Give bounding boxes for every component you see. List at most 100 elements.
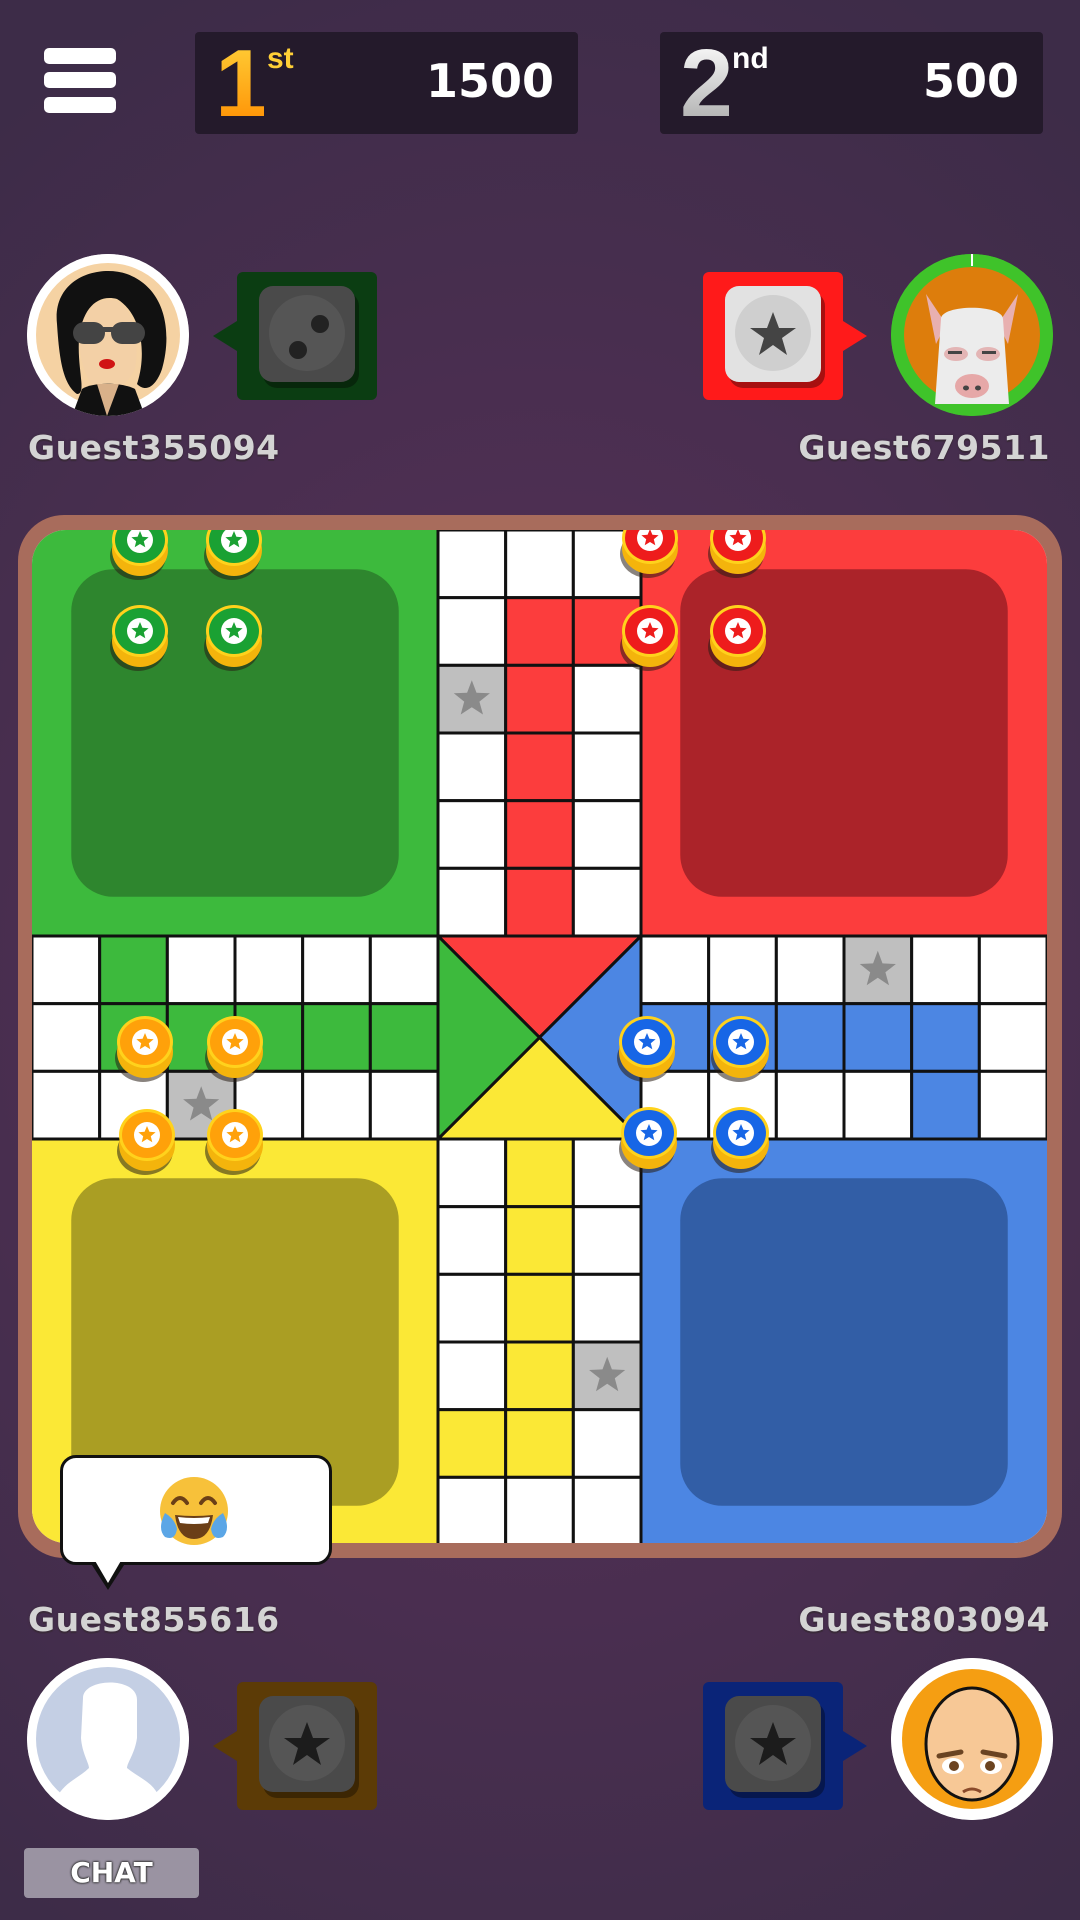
board-cell[interactable] bbox=[571, 866, 643, 938]
rank-suffix: st bbox=[267, 42, 294, 75]
board-cell[interactable] bbox=[436, 1137, 508, 1209]
board-cell-red[interactable] bbox=[504, 663, 575, 735]
star-icon bbox=[284, 1722, 330, 1765]
token-yellow[interactable] bbox=[205, 1109, 263, 1175]
board-cell[interactable] bbox=[32, 1002, 102, 1073]
player-avatar-top-right[interactable] bbox=[891, 254, 1053, 416]
board-cell[interactable] bbox=[233, 934, 305, 1006]
board-cell[interactable] bbox=[639, 934, 711, 1006]
board-cell-yellow[interactable] bbox=[504, 1408, 575, 1479]
board-cell[interactable] bbox=[774, 1069, 846, 1141]
board-cell[interactable] bbox=[32, 1069, 102, 1141]
dice-button-top-left[interactable] bbox=[259, 286, 355, 382]
board-cell[interactable] bbox=[571, 1475, 643, 1543]
board-cell-yellow[interactable] bbox=[504, 1205, 575, 1276]
hamburger-menu-button[interactable] bbox=[44, 48, 116, 114]
board-cell[interactable] bbox=[32, 934, 102, 1006]
board-cell[interactable] bbox=[436, 1272, 508, 1344]
board-cell-red[interactable] bbox=[504, 596, 575, 667]
board-cell[interactable] bbox=[301, 1069, 372, 1141]
board-cell-blue[interactable] bbox=[774, 1002, 846, 1073]
board-cell[interactable] bbox=[504, 1475, 575, 1543]
board-cell[interactable] bbox=[571, 1272, 643, 1344]
star-icon bbox=[750, 1722, 796, 1765]
leaderboard-second-place: 2 nd 500 bbox=[660, 32, 1043, 134]
board-cell-blue[interactable] bbox=[842, 1002, 914, 1073]
token-blue[interactable] bbox=[619, 1107, 677, 1173]
board-cell-red[interactable] bbox=[504, 731, 575, 803]
board-cell[interactable] bbox=[571, 731, 643, 803]
board-cell[interactable] bbox=[977, 934, 1047, 1006]
board-cell-red[interactable] bbox=[504, 799, 575, 870]
token-red[interactable] bbox=[708, 605, 766, 671]
board-cell-yellow[interactable] bbox=[436, 1408, 508, 1479]
board-cell-green[interactable] bbox=[98, 934, 169, 1006]
player-name-top-left: Guest355094 bbox=[28, 428, 280, 467]
menu-bar bbox=[44, 72, 116, 88]
board-cell-yellow[interactable] bbox=[504, 1272, 575, 1344]
board-cell-green[interactable] bbox=[368, 1002, 440, 1073]
woman-sunglasses-avatar-icon bbox=[27, 254, 189, 416]
rank-suffix: nd bbox=[732, 42, 769, 75]
default-silhouette-avatar-icon bbox=[27, 1658, 189, 1820]
token-red[interactable] bbox=[620, 605, 678, 671]
board-cell[interactable] bbox=[571, 1408, 643, 1479]
board-cell[interactable] bbox=[977, 1002, 1047, 1073]
board-cell-yellow[interactable] bbox=[504, 1137, 575, 1209]
board-cell[interactable] bbox=[910, 934, 981, 1006]
token-blue[interactable] bbox=[711, 1107, 769, 1173]
board-cell[interactable] bbox=[571, 799, 643, 870]
board-cell[interactable] bbox=[436, 866, 508, 938]
board-cell[interactable] bbox=[368, 1069, 440, 1141]
board-cell-green[interactable] bbox=[301, 1002, 372, 1073]
board-cell[interactable] bbox=[436, 596, 508, 667]
dice-holder-bottom-left bbox=[213, 1682, 377, 1810]
board-cell[interactable] bbox=[436, 530, 508, 600]
board-cell[interactable] bbox=[571, 1205, 643, 1276]
board-cell[interactable] bbox=[774, 934, 846, 1006]
token-yellow[interactable] bbox=[205, 1016, 263, 1082]
board-cell-yellow[interactable] bbox=[504, 1340, 575, 1412]
board-cell[interactable] bbox=[977, 1069, 1047, 1141]
dice-holder-bottom-right bbox=[703, 1682, 867, 1810]
token-yellow[interactable] bbox=[117, 1109, 175, 1175]
player-name-bottom-right: Guest803094 bbox=[798, 1600, 1050, 1639]
board-cell[interactable] bbox=[707, 934, 778, 1006]
dice-two-pips-icon bbox=[289, 315, 329, 359]
rank-score: 1500 bbox=[425, 54, 554, 108]
speech-bubble-tail-fill bbox=[94, 1559, 122, 1583]
board-cell[interactable] bbox=[301, 934, 372, 1006]
turn-pointer bbox=[213, 321, 237, 351]
board-cell[interactable] bbox=[842, 1069, 914, 1141]
board-cell[interactable] bbox=[504, 530, 575, 600]
rank-number: 1 bbox=[215, 30, 268, 137]
player-avatar-top-left[interactable] bbox=[27, 254, 189, 416]
dice-button-bottom-left[interactable] bbox=[259, 1696, 355, 1792]
board-cell[interactable] bbox=[436, 1475, 508, 1543]
board-cell[interactable] bbox=[368, 934, 440, 1006]
board-cell[interactable] bbox=[436, 799, 508, 870]
board-cell[interactable] bbox=[436, 1340, 508, 1412]
token-green[interactable] bbox=[110, 605, 168, 671]
token-yellow[interactable] bbox=[115, 1016, 173, 1082]
token-green[interactable] bbox=[204, 605, 262, 671]
board-cell[interactable] bbox=[436, 1205, 508, 1276]
ludo-board-grid bbox=[32, 530, 1047, 1543]
board-cell[interactable] bbox=[436, 731, 508, 803]
player-name-bottom-left: Guest855616 bbox=[28, 1600, 280, 1639]
player-name-top-right: Guest679511 bbox=[798, 428, 1050, 467]
board-cell-blue[interactable] bbox=[910, 1069, 981, 1141]
menu-bar bbox=[44, 48, 116, 64]
turn-pointer bbox=[213, 1731, 237, 1761]
token-blue[interactable] bbox=[617, 1016, 675, 1082]
player-avatar-bottom-left[interactable] bbox=[27, 1658, 189, 1820]
board-cell-red[interactable] bbox=[504, 866, 575, 938]
dice-button-bottom-right[interactable] bbox=[725, 1696, 821, 1792]
dice-button-top-right[interactable] bbox=[725, 286, 821, 382]
board-cell-blue[interactable] bbox=[910, 1002, 981, 1073]
board-cell[interactable] bbox=[165, 934, 237, 1006]
board-cell[interactable] bbox=[571, 663, 643, 735]
token-blue[interactable] bbox=[711, 1016, 769, 1082]
player-avatar-bottom-right[interactable] bbox=[891, 1658, 1053, 1820]
chat-button[interactable]: CHAT bbox=[24, 1848, 199, 1898]
